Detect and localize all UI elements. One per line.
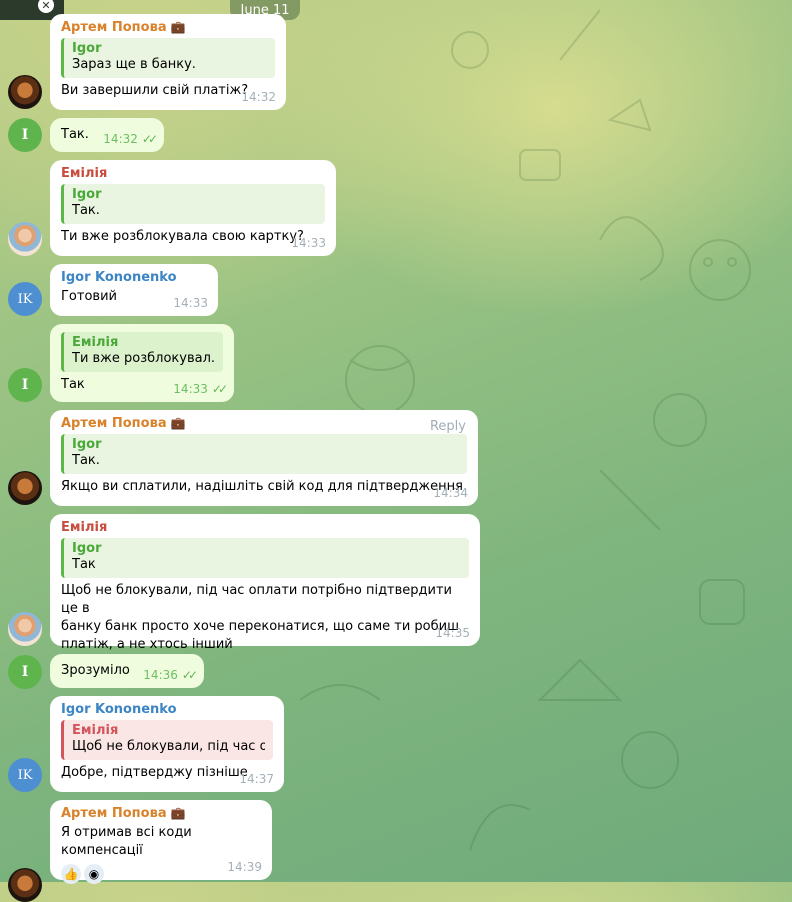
sender-name[interactable]: Артем Попова [61,416,167,431]
message-time: 14:39 [227,860,262,874]
message-time: 14:32 [241,90,276,104]
avatar-artem[interactable] [8,75,42,109]
avatar-emilia[interactable] [8,612,42,646]
message-time: 14:34 [433,486,468,500]
quote-sender: Емілія [72,723,119,738]
reply-quote[interactable]: Емілія Ти вже розблокувал... [61,332,223,372]
reply-quote[interactable]: Igor Так. [61,184,325,224]
sender-name[interactable]: Емілія [61,166,325,181]
read-checkmarks-icon: ✓✓ [181,668,198,682]
message-text: Ти вже розблокувала свою картку? [61,229,304,244]
message-bubble[interactable]: Igor Kononenko Готовий 14:33 [50,264,218,316]
message-text: Я отримав всі коди компенсації [61,825,192,858]
reply-quote[interactable]: Igor Так [61,538,469,578]
sender-name[interactable]: Емілія [61,520,469,535]
message-time: 14:36 ✓✓ [143,668,198,682]
quote-text: Так. [72,453,100,468]
message-bubble[interactable]: Емілія Igor Так Щоб не блокували, під ча… [50,514,480,652]
thumbs-up-icon[interactable]: 👍 [61,864,81,884]
message-time: 14:33 ✓✓ [173,382,228,396]
reactions[interactable]: 👍 ◉ [61,864,104,884]
close-icon: ✕ [38,0,54,13]
message-time: 14:33 [173,296,208,310]
avatar-artem[interactable] [8,471,42,505]
quote-sender: Емілія [72,335,119,350]
avatar-igor[interactable]: I [8,118,42,152]
message-text-line: банку банк просто хоче переконатися, що … [61,619,459,634]
sender-name[interactable]: Igor Kononenko [61,270,207,285]
avatar-emilia[interactable] [8,222,42,256]
message-bubble[interactable]: Артем Попова 💼 Я отримав всі коди компенс… [50,800,272,884]
reply-quote[interactable]: Igor Так. [61,434,467,474]
quote-sender: Igor [72,41,102,56]
avatar-igor-kononenko[interactable]: IK [8,758,42,792]
sender-name[interactable]: Igor Kononenko [61,702,273,717]
quote-text: Так. [72,203,100,218]
reply-button[interactable]: Reply [430,419,466,434]
sender-name[interactable]: Артем Попова [61,20,167,35]
avatar-igor[interactable]: I [8,368,42,402]
quote-text: Так [72,557,96,572]
message-text: Якщо ви сплатили, надішліть свій код для… [61,479,463,494]
message-text-line: платіж, а не хтось інший [61,637,233,652]
message-text-line: Щоб не блокували, під час оплати потрібн… [61,583,453,616]
message-bubble[interactable]: Емілія Igor Так. Ти вже розблокувала сво… [50,160,336,256]
message-bubble[interactable]: Зрозуміло 14:36 ✓✓ [50,654,204,688]
sender-name[interactable]: Артем Попова [61,806,167,821]
avatar-igor-kononenko[interactable]: IK [8,282,42,316]
briefcase-icon: 💼 [170,416,186,430]
briefcase-icon: 💼 [170,806,186,820]
avatar-igor[interactable]: I [8,655,42,689]
message-bubble[interactable]: Артем Попова 💼 Reply Igor Так. Якщо ви сп… [50,410,478,506]
quote-text: Зараз ще в банку. [72,57,196,72]
quote-text: Ти вже розблокувал... [72,351,215,366]
message-bubble[interactable]: Емілія Ти вже розблокувал... Так 14:33 ✓✓ [50,324,234,402]
message-bubble[interactable]: Артем Попова 💼 Igor Зараз ще в банку. Ви … [50,14,286,110]
message-bubble[interactable]: Так. 14:32 ✓✓ [50,118,164,152]
quote-sender: Igor [72,541,102,556]
quote-text: Щоб не блокували, під час о... [72,739,265,754]
quote-sender: Igor [72,437,102,452]
read-checkmarks-icon: ✓✓ [141,132,158,146]
briefcase-icon: 💼 [170,20,186,34]
message-time: 14:37 [239,772,274,786]
message-time: 14:35 [435,626,470,640]
reaction-avatar-icon: ◉ [84,864,104,884]
quote-sender: Igor [72,187,102,202]
message-time: 14:32 ✓✓ [103,132,158,146]
read-checkmarks-icon: ✓✓ [211,382,228,396]
message-bubble[interactable]: Igor Kononenko Емілія Щоб не блокували, … [50,696,284,792]
reply-quote[interactable]: Емілія Щоб не блокували, під час о... [61,720,273,760]
message-time: 14:33 [291,236,326,250]
reply-quote[interactable]: Igor Зараз ще в банку. [61,38,275,78]
avatar-artem[interactable] [8,868,42,902]
